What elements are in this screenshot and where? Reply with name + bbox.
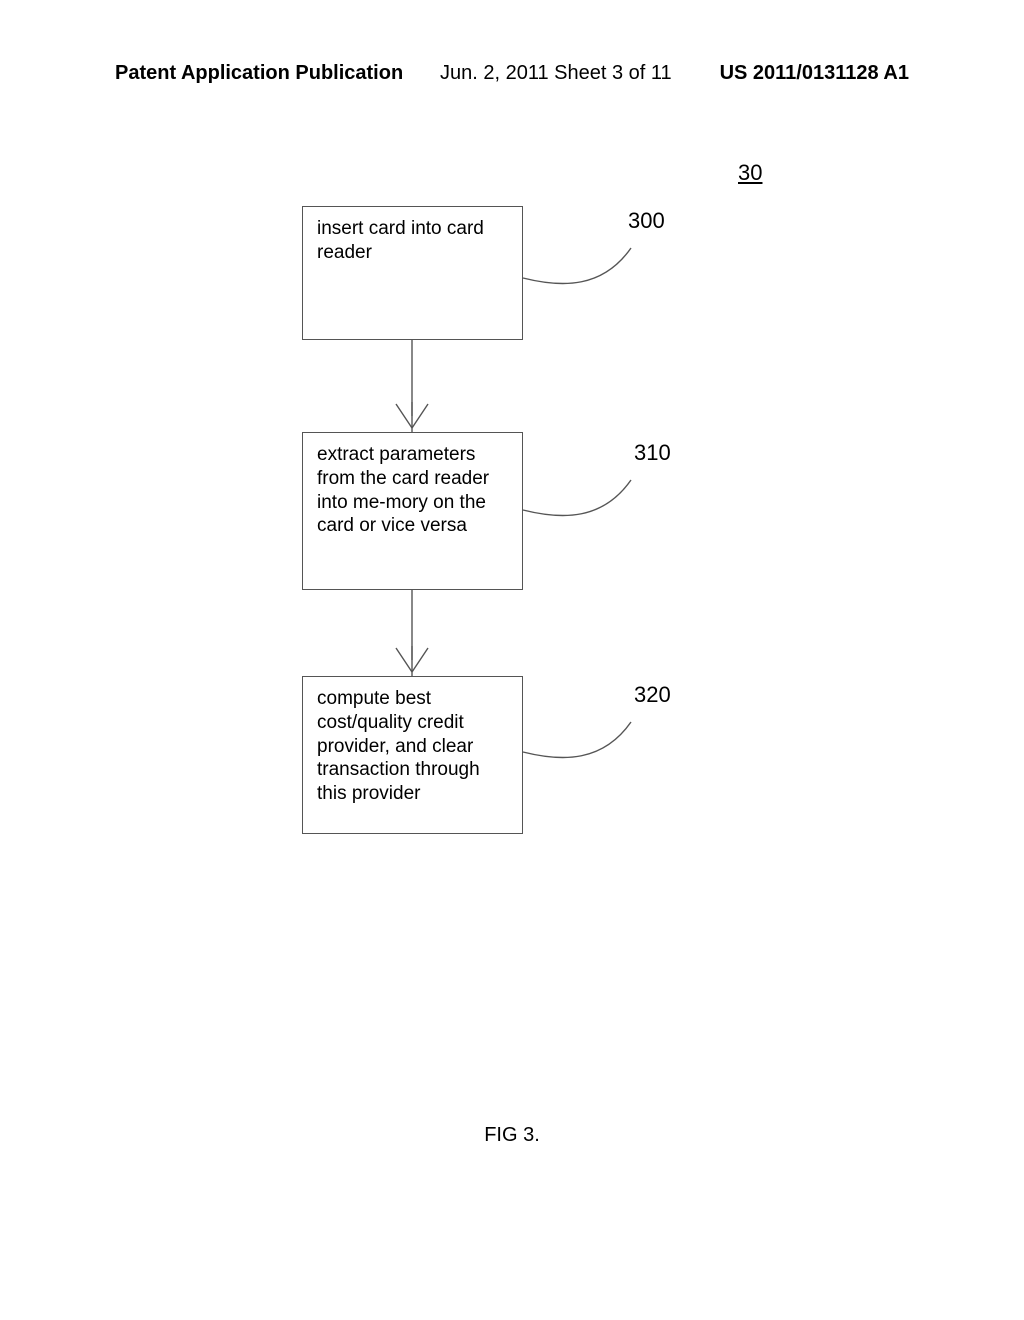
page: Patent Application Publication Jun. 2, 2…	[0, 0, 1024, 1320]
leader-line-300	[523, 248, 643, 298]
ref-label-300: 300	[628, 208, 665, 234]
arrow-310-to-320	[388, 590, 438, 676]
flow-step-300-text: insert card into card reader	[317, 218, 484, 263]
flow-step-320: compute best cost/quality credit provide…	[302, 676, 523, 834]
figure-reference-label: 30	[738, 160, 762, 186]
header-left: Patent Application Publication	[115, 62, 403, 85]
leader-line-310	[523, 480, 643, 530]
ref-label-310: 310	[634, 440, 671, 466]
arrow-300-to-310	[388, 340, 438, 432]
ref-label-320: 320	[634, 682, 671, 708]
flow-step-300: insert card into card reader	[302, 206, 523, 340]
leader-line-320	[523, 722, 643, 772]
flow-step-310: extract parameters from the card reader …	[302, 432, 523, 590]
flow-step-310-text: extract parameters from the card reader …	[317, 444, 489, 536]
figure-caption: FIG 3.	[0, 1124, 1024, 1147]
flow-step-320-text: compute best cost/quality credit provide…	[317, 688, 480, 804]
header-right: US 2011/0131128 A1	[720, 62, 909, 85]
header-center: Jun. 2, 2011 Sheet 3 of 11	[440, 62, 672, 85]
